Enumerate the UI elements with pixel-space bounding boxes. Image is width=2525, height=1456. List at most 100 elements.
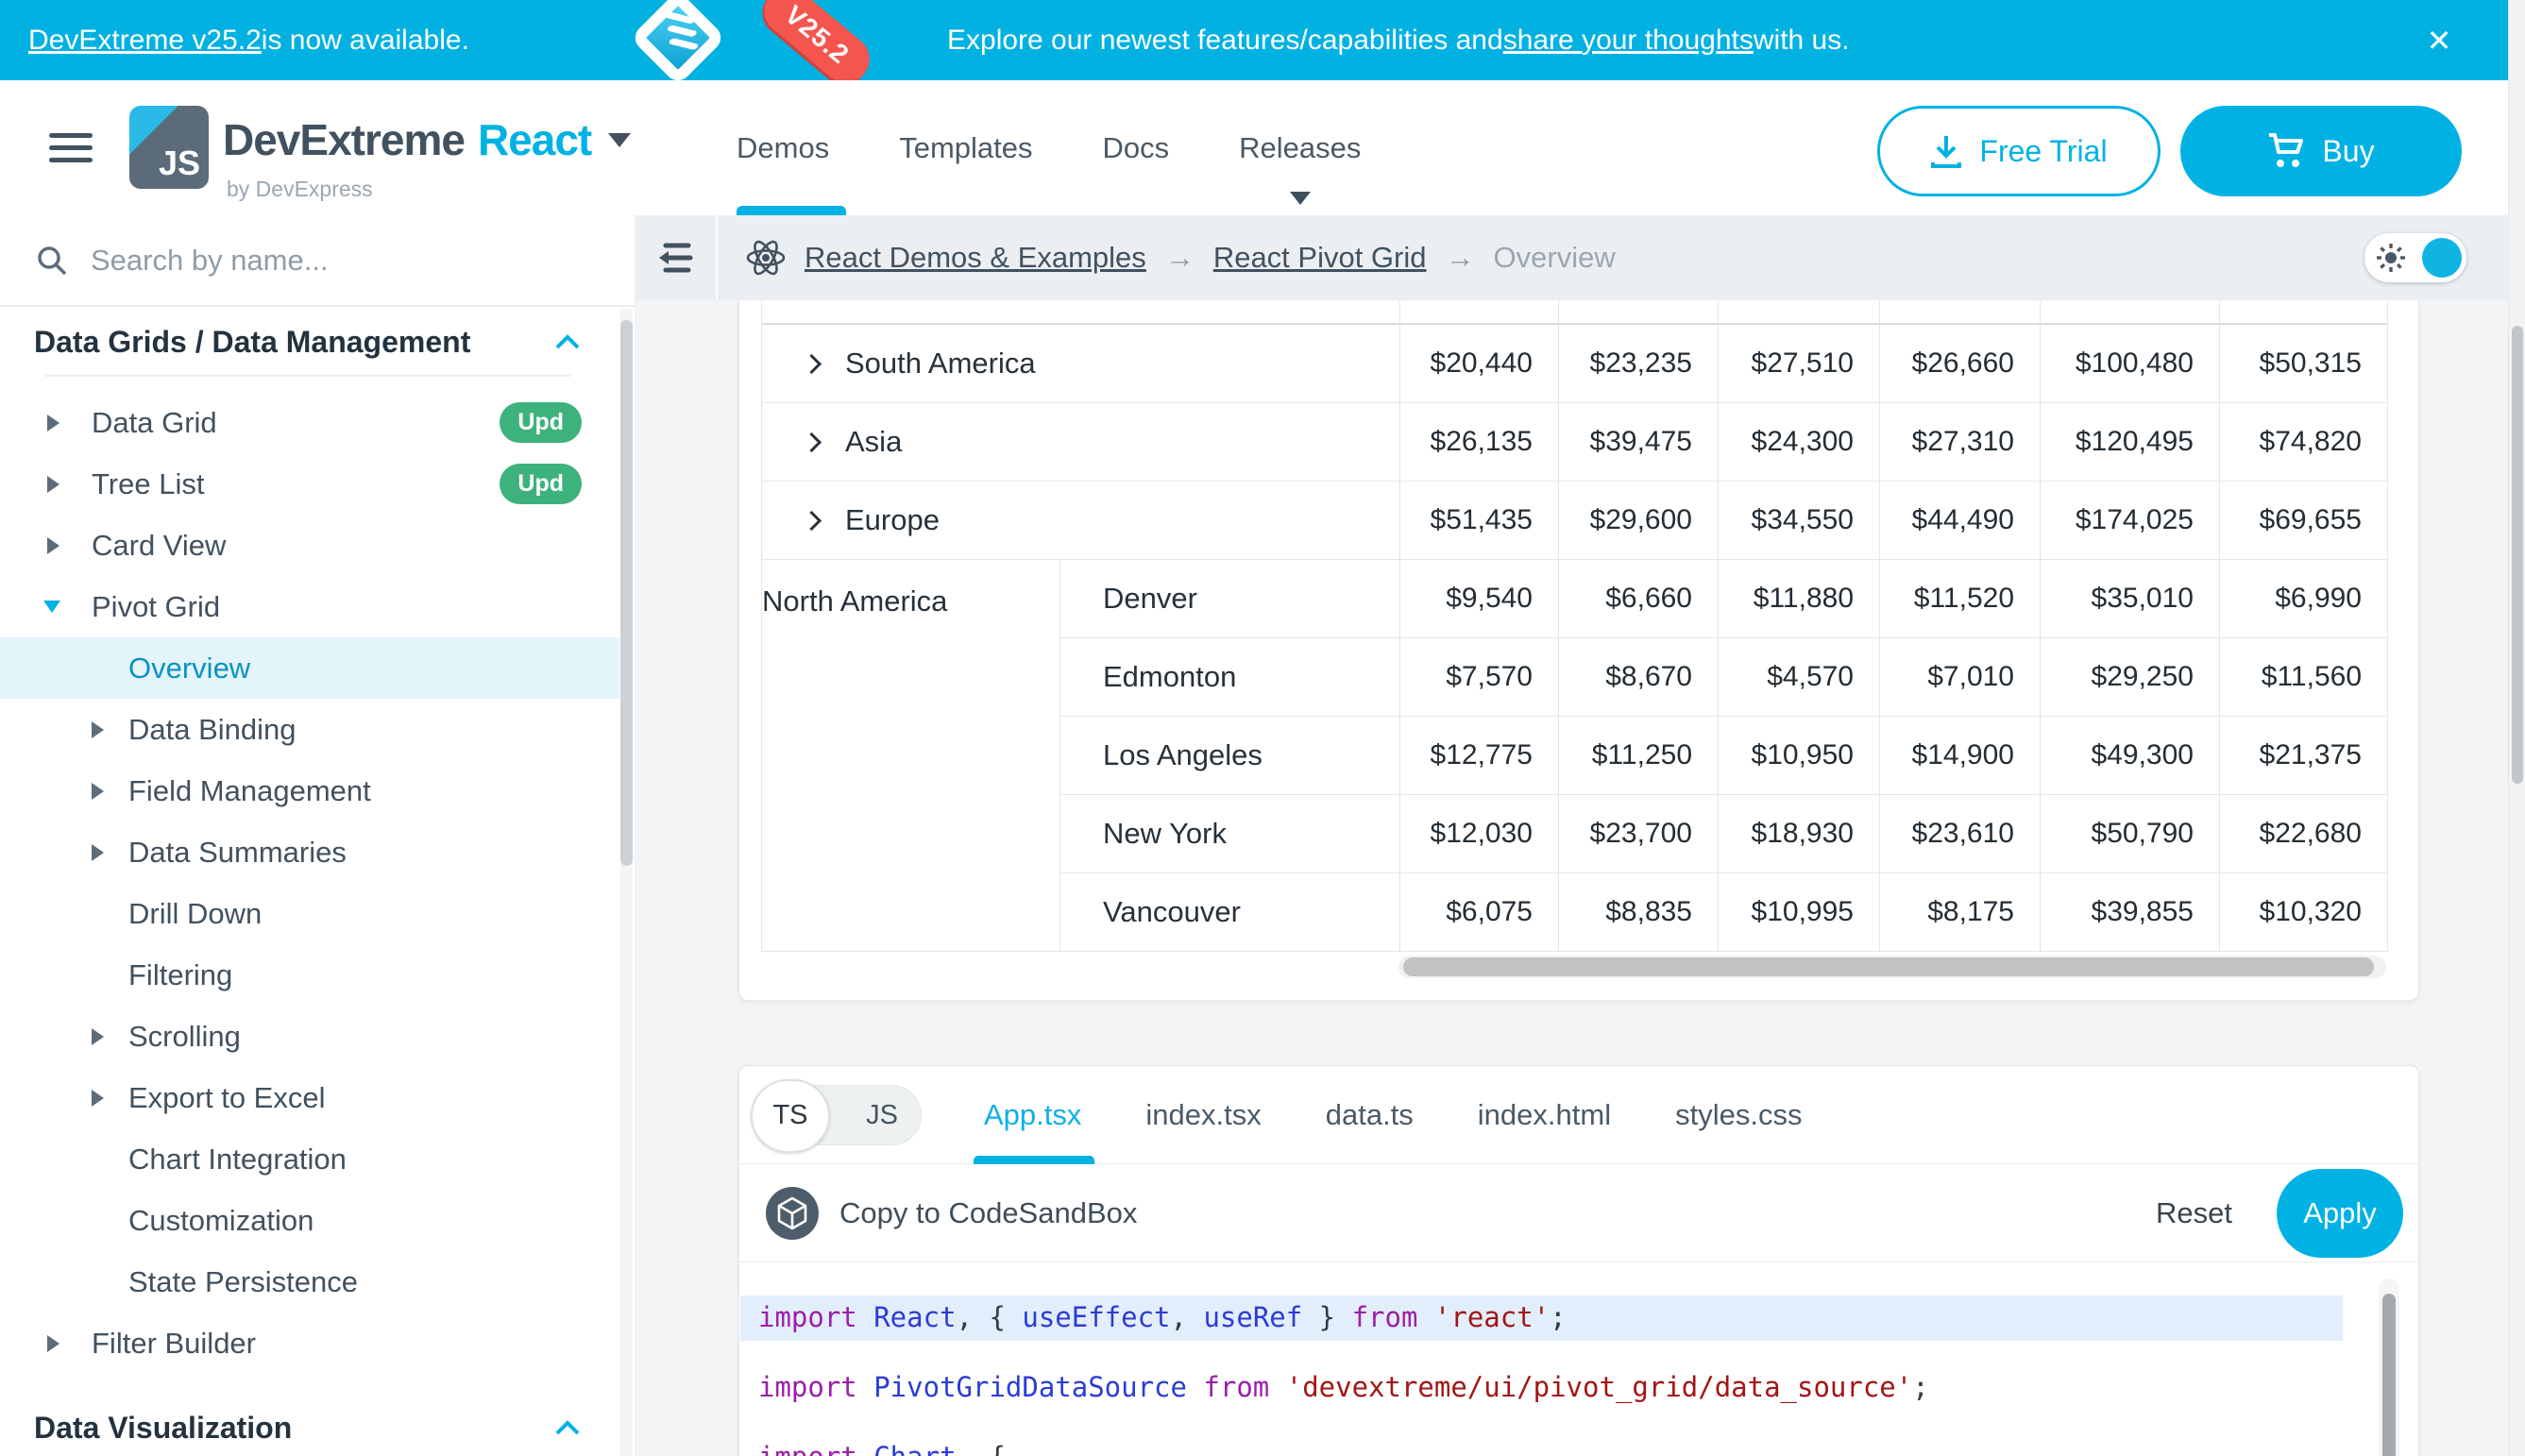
language-js-option[interactable]: JS [866,1086,898,1146]
sidebar-item-pivot-grid[interactable]: Pivot Grid [0,576,619,637]
updated-badge: Upd [500,402,582,443]
language-toggle[interactable]: TS JS [752,1085,922,1145]
table-row-edmonton[interactable]: Edmonton [1059,638,1399,717]
sidebar-search [0,215,635,307]
brand-byline: by DevExpress [227,177,373,202]
sidebar-item-drill-down[interactable]: Drill Down [0,883,619,944]
tab-app-tsx[interactable]: App.tsx [984,1098,1081,1132]
tab-index-tsx[interactable]: index.tsx [1145,1098,1261,1132]
sidebar-item-data-binding[interactable]: Data Binding [0,699,619,760]
cart-icon [2267,133,2305,169]
tab-index-html[interactable]: index.html [1478,1098,1611,1132]
nav-item-demos[interactable]: Demos [737,131,829,165]
free-trial-button[interactable]: Free Trial [1877,106,2161,196]
value-cell: $74,820 [2219,403,2387,482]
table-row-denver[interactable]: Denver [1059,560,1399,638]
sidebar-item-export-to-excel[interactable]: Export to Excel [0,1067,619,1128]
clipped-row-cell [762,300,1399,325]
nav-item-templates[interactable]: Templates [899,131,1032,165]
menu-icon[interactable] [49,133,93,170]
table-row-north-america[interactable]: North America [762,560,1059,952]
expand-chevron-icon[interactable] [802,353,822,373]
buy-label: Buy [2322,134,2374,169]
sidebar-item-scrolling[interactable]: Scrolling [0,1006,619,1067]
row-label: North America [762,584,947,618]
sidebar-section-header[interactable]: Data Grids / Data Management [0,309,619,375]
expand-chevron-icon[interactable] [802,432,822,451]
sidebar-item-card-view[interactable]: Card View [0,515,619,576]
main-content: React Demos & Examples → React Pivot Gri… [635,215,2508,1456]
code-scrollbar[interactable] [2379,1278,2399,1456]
expand-chevron-icon[interactable] [802,510,822,530]
framework-selector[interactable]: React [478,115,591,164]
search-icon [36,245,68,277]
code-editor[interactable]: import React, { useEffect, useRef } from… [739,1263,2418,1456]
code-token: 'react' [1434,1301,1550,1333]
code-scrollbar-thumb[interactable] [2382,1294,2396,1456]
sidebar-item-overview[interactable]: Overview [0,637,619,699]
reset-button[interactable]: Reset [2156,1196,2232,1230]
copy-codesandbox-button[interactable]: Copy to CodeSandBox [839,1196,1137,1230]
nav-item-releases[interactable]: Releases [1239,131,1361,165]
table-row-new-york[interactable]: New York [1059,795,1399,873]
sidebar-item-label: Overview [128,652,250,686]
sidebar-item-state-persistence[interactable]: State Persistence [0,1251,619,1312]
apply-button[interactable]: Apply [2277,1169,2403,1258]
value-cell: $7,570 [1399,638,1558,717]
version-link[interactable]: DevExtreme v25.2 [28,25,262,57]
value-cell: $23,610 [1879,795,2040,873]
tab-data-ts[interactable]: data.ts [1326,1098,1414,1132]
sidebar-item-customization[interactable]: Customization [0,1190,619,1251]
code-panel: TS JS App.tsx index.tsx data.ts index.ht… [738,1065,2419,1456]
sidebar-item-filter-builder[interactable]: Filter Builder [0,1312,619,1374]
nav-item-docs[interactable]: Docs [1103,131,1170,165]
sidebar-item-chart-integration[interactable]: Chart Integration [0,1128,619,1190]
sidebar-item-field-management[interactable]: Field Management [0,760,619,821]
code-token [1417,1301,1433,1333]
js-logo[interactable]: JS [129,106,209,189]
sidebar-section-header[interactable]: Data Visualization [0,1398,619,1456]
value-cell: $9,540 [1399,560,1558,638]
sidebar-item-label: Data Binding [128,713,297,747]
breadcrumb-link-demos[interactable]: React Demos & Examples [805,241,1146,275]
table-row-asia[interactable]: Asia [762,403,1399,482]
value-cell: $21,375 [2219,717,2387,795]
buy-button[interactable]: Buy [2180,106,2462,196]
sidebar-item-tree-list[interactable]: Tree List Upd [0,453,619,515]
pivot-grid-table: South America $20,440 $23,235 $27,510 $2… [761,300,2388,952]
chevron-right-icon [47,537,59,554]
sidebar-item-data-grid[interactable]: Data Grid Upd [0,392,619,453]
share-thoughts-link[interactable]: share your thoughts [1503,25,1754,57]
horizontal-scrollbar-thumb[interactable] [1403,957,2374,976]
row-label: Europe [845,503,940,537]
sidebar-item-data-summaries[interactable]: Data Summaries [0,821,619,883]
tab-styles-css[interactable]: styles.css [1675,1098,1802,1132]
sidebar-item-filtering[interactable]: Filtering [0,944,619,1006]
table-row-south-america[interactable]: South America [762,325,1399,403]
page-scrollbar[interactable] [2508,0,2525,1456]
value-cell: $11,520 [1879,560,2040,638]
theme-toggle[interactable] [2364,233,2466,282]
sidebar-list: Data Grid Upd Tree List Upd Card View Pi… [0,392,619,1374]
table-row-los-angeles[interactable]: Los Angeles [1059,717,1399,795]
horizontal-scrollbar[interactable] [1398,956,2386,978]
code-token: } [1302,1301,1351,1333]
code-token: PivotGridDataSource [857,1371,1187,1403]
page-scrollbar-thumb[interactable] [2512,326,2523,784]
value-cell: $29,600 [1558,482,1718,560]
value-cell: $100,480 [2040,325,2219,403]
language-ts-option[interactable]: TS [751,1079,830,1153]
sidebar-scrollbar-thumb[interactable] [620,320,633,866]
value-cell: $39,475 [1558,403,1718,482]
banner-version-rest: is now available. [262,25,469,57]
collapse-sidebar-button[interactable] [635,215,718,300]
table-row-vancouver[interactable]: Vancouver [1059,873,1399,952]
value-cell: $12,030 [1399,795,1558,873]
free-trial-label: Free Trial [1979,134,2107,169]
banner-close-button[interactable]: ✕ [2406,0,2472,80]
sidebar-scrollbar[interactable] [620,309,633,1456]
search-input[interactable] [91,244,544,278]
value-cell: $27,310 [1879,403,2040,482]
table-row-europe[interactable]: Europe [762,482,1399,560]
breadcrumb-link-pivot-grid[interactable]: React Pivot Grid [1213,241,1427,275]
